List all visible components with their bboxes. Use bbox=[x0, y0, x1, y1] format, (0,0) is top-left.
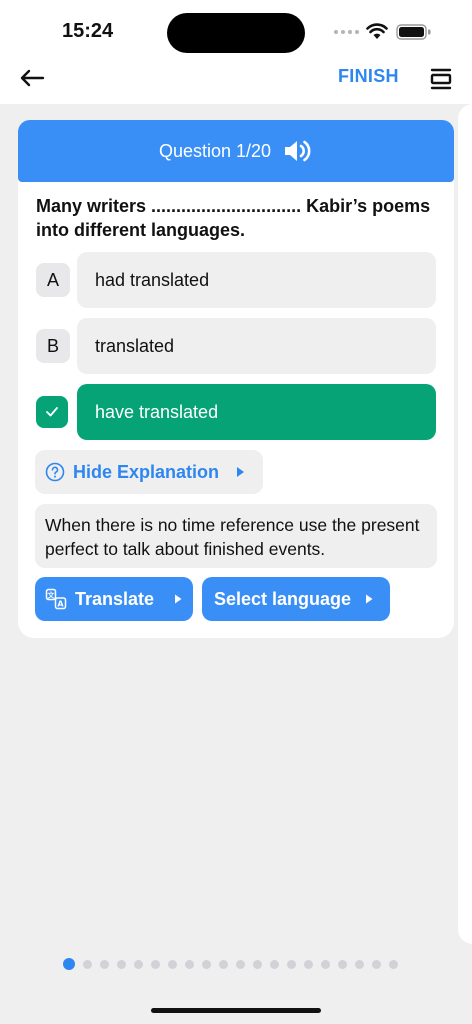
status-time: 15:24 bbox=[62, 20, 114, 42]
page-dot[interactable] bbox=[338, 959, 347, 969]
option-b[interactable]: B translated bbox=[36, 318, 436, 374]
caret-right-icon bbox=[366, 594, 373, 604]
page-dot[interactable] bbox=[185, 959, 194, 969]
translate-button[interactable]: 文 A Translate bbox=[35, 577, 193, 621]
svg-text:文: 文 bbox=[48, 591, 56, 600]
page-dot[interactable] bbox=[63, 958, 75, 970]
top-bar: 15:24 FINISH bbox=[0, 0, 472, 104]
question-header: Question 1/20 bbox=[18, 120, 454, 182]
option-a[interactable]: A had translated bbox=[36, 252, 436, 308]
caret-right-icon bbox=[175, 594, 182, 604]
cellular-signal-icon bbox=[334, 30, 359, 34]
option-text: have translated bbox=[77, 384, 436, 440]
check-icon bbox=[36, 396, 68, 428]
page-dot[interactable] bbox=[253, 959, 262, 969]
select-language-button[interactable]: Select language bbox=[202, 577, 390, 621]
dynamic-island bbox=[167, 13, 305, 53]
page-dot[interactable] bbox=[219, 959, 228, 969]
page-dot[interactable] bbox=[236, 959, 245, 969]
question-circle-icon bbox=[45, 462, 65, 482]
page-dot[interactable] bbox=[372, 959, 381, 969]
page-dot[interactable] bbox=[100, 959, 109, 969]
page-dot[interactable] bbox=[168, 959, 177, 969]
page-indicator bbox=[63, 958, 398, 970]
page-dot[interactable] bbox=[355, 959, 364, 969]
next-card-peek[interactable] bbox=[458, 104, 472, 944]
page-dot[interactable] bbox=[151, 959, 160, 969]
speaker-icon[interactable] bbox=[283, 138, 313, 164]
option-letter: A bbox=[36, 263, 70, 297]
page-dot[interactable] bbox=[321, 959, 330, 969]
select-language-label: Select language bbox=[214, 588, 352, 609]
stack-icon[interactable] bbox=[428, 66, 454, 92]
hide-explanation-label: Hide Explanation bbox=[73, 461, 220, 482]
svg-text:A: A bbox=[57, 600, 64, 609]
question-card: Question 1/20 Many writers .............… bbox=[18, 120, 454, 638]
page-dot[interactable] bbox=[287, 959, 296, 969]
option-letter: B bbox=[36, 329, 70, 363]
page-dot[interactable] bbox=[304, 959, 313, 969]
arrow-left-icon bbox=[20, 69, 45, 87]
question-text: Many writers ...........................… bbox=[36, 196, 431, 240]
page-dot[interactable] bbox=[270, 959, 279, 969]
translate-label: Translate bbox=[75, 588, 155, 609]
option-text: had translated bbox=[77, 252, 436, 308]
home-indicator bbox=[151, 1008, 321, 1013]
battery-icon bbox=[396, 24, 431, 40]
wifi-icon bbox=[366, 23, 388, 39]
hide-explanation-button[interactable]: Hide Explanation bbox=[35, 450, 263, 494]
explanation-text: When there is no time reference use the … bbox=[35, 504, 437, 568]
page-dot[interactable] bbox=[134, 959, 143, 969]
page-dot[interactable] bbox=[389, 959, 398, 969]
page-dot[interactable] bbox=[117, 959, 126, 969]
caret-right-icon bbox=[237, 467, 245, 477]
page-dot[interactable] bbox=[202, 959, 211, 969]
finish-button[interactable]: FINISH bbox=[338, 66, 399, 87]
page-dot[interactable] bbox=[83, 959, 92, 969]
back-button[interactable] bbox=[16, 62, 48, 94]
question-counter: Question 1/20 bbox=[158, 140, 272, 161]
option-text: translated bbox=[77, 318, 436, 374]
option-c-selected[interactable]: have translated bbox=[36, 384, 436, 440]
translate-icon: 文 A bbox=[45, 588, 67, 610]
